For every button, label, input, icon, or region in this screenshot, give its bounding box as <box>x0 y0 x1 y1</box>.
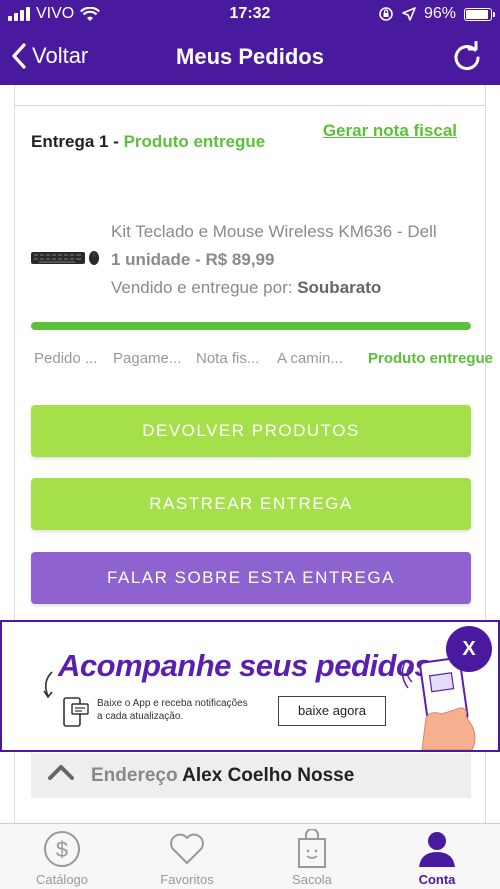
tab-account[interactable]: Conta <box>387 830 487 887</box>
seller-prefix: Vendido e entregue por: <box>111 278 298 297</box>
delivery-number: Entrega 1 - <box>31 132 124 151</box>
divider <box>15 105 485 106</box>
seller-name: Soubarato <box>297 278 382 297</box>
bag-icon <box>298 829 326 868</box>
banner-headline: Acompanhe seus pedidos <box>58 648 432 683</box>
app-promo-banner: Acompanhe seus pedidos Baixe o App e rec… <box>0 620 500 752</box>
step-invoice: Nota fis... <box>196 350 260 367</box>
address-section[interactable]: Endereço Alex Coelho Nosse <box>31 753 471 798</box>
banner-subtext-line1: Baixe o App e receba notificações <box>97 698 248 709</box>
delivery-progress-bar <box>31 322 471 330</box>
product-seller: Vendido e entregue por: Soubarato <box>111 278 381 298</box>
tab-catalog-label: Catálogo <box>35 872 89 887</box>
progress-steps: Pedido ... Pagame... Nota fis... A camin… <box>31 350 494 390</box>
product-quantity-price: 1 unidade - R$ 89,99 <box>111 250 275 269</box>
refresh-icon <box>454 40 480 71</box>
delivery-title: Entrega 1 - Produto entregue <box>31 132 265 152</box>
phone-notification-icon <box>63 697 89 727</box>
tab-bag[interactable]: Sacola <box>262 829 362 887</box>
close-banner-button[interactable]: X <box>446 626 492 672</box>
address-label-row: Endereço Alex Coelho Nosse <box>91 753 354 798</box>
chevron-up-icon <box>48 765 74 780</box>
step-order: Pedido ... <box>34 350 98 367</box>
product-image <box>31 251 99 265</box>
product-name[interactable]: Kit Teclado e Mouse Wireless KM636 - Del… <box>111 222 437 242</box>
banner-subtext-line2: a cada atualização. <box>97 711 184 722</box>
step-payment: Pagame... <box>113 350 182 367</box>
battery-icon <box>464 7 495 21</box>
tab-bar: $ Catálogo Favoritos Sacola Conta <box>0 823 500 889</box>
dollar-circle-icon: $ <box>44 831 80 867</box>
tab-account-label: Conta <box>418 872 456 887</box>
tab-favorites[interactable]: Favoritos <box>137 830 237 887</box>
orientation-lock-icon <box>379 7 393 21</box>
talk-about-delivery-button[interactable]: FALAR SOBRE ESTA ENTREGA <box>31 552 471 604</box>
address-name: Alex Coelho Nosse <box>182 765 355 786</box>
tab-catalog[interactable]: $ Catálogo <box>12 830 112 887</box>
curved-arrow-icon <box>43 671 53 699</box>
nav-bar: Voltar Meus Pedidos <box>0 30 500 85</box>
return-products-button[interactable]: DEVOLVER PRODUTOS <box>31 405 471 457</box>
status-bar: VIVO 17:32 96% <box>0 0 500 30</box>
step-on-the-way: A camin... <box>277 350 343 367</box>
user-icon <box>419 832 455 867</box>
battery-percent: 96% <box>423 5 456 22</box>
svg-text:$: $ <box>56 837 68 862</box>
track-delivery-button[interactable]: RASTREAR ENTREGA <box>31 478 471 530</box>
tab-bag-label: Sacola <box>292 872 332 887</box>
download-now-button[interactable]: baixe agora <box>278 696 386 726</box>
delivery-status: Produto entregue <box>123 132 266 151</box>
tab-favorites-label: Favoritos <box>160 872 214 887</box>
refresh-button[interactable] <box>452 40 482 76</box>
banner-subtext: Baixe o App e receba notificações a cada… <box>97 697 248 723</box>
heart-icon <box>170 833 204 864</box>
address-label: Endereço <box>91 765 178 786</box>
page-title: Meus Pedidos <box>176 44 324 69</box>
step-delivered: Produto entregue <box>368 350 494 367</box>
status-right: 96% <box>378 5 495 23</box>
generate-invoice-link[interactable]: Gerar nota fiscal <box>323 121 457 141</box>
location-icon <box>402 7 416 21</box>
